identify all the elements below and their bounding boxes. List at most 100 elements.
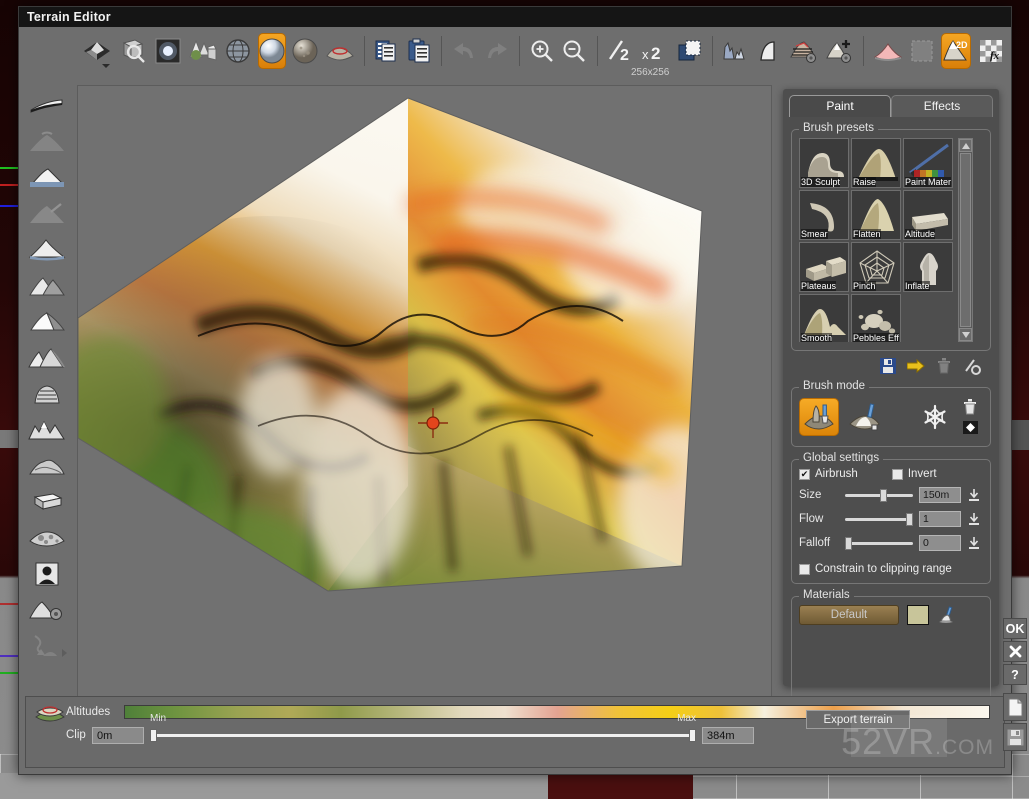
undo-button[interactable] xyxy=(451,33,478,69)
double-resolution-button[interactable]: x 2 xyxy=(640,33,670,69)
terrain-3d-viewport[interactable] xyxy=(77,85,772,707)
rail-heightmap-image[interactable] xyxy=(25,559,69,589)
close-button[interactable] xyxy=(1003,641,1027,662)
terrain-settings-button[interactable] xyxy=(788,33,818,69)
zoom-box-tool[interactable] xyxy=(118,33,148,69)
sculpt-mode-button[interactable] xyxy=(799,398,839,436)
tab-effects[interactable]: Effects xyxy=(891,95,993,117)
preset-flatten[interactable]: Flatten xyxy=(851,190,901,240)
svg-text:2: 2 xyxy=(620,47,629,64)
rail-ridge[interactable] xyxy=(25,307,69,337)
falloff-store-button[interactable] xyxy=(965,534,983,552)
preset-smooth[interactable]: Smooth xyxy=(799,294,849,342)
preset-raise[interactable]: Raise xyxy=(851,138,901,188)
brush-presets-scrollbar[interactable] xyxy=(958,138,973,342)
scrollbar-thumb[interactable] xyxy=(960,153,971,327)
vegetation-tool[interactable] xyxy=(188,33,218,69)
terrain-shape-button[interactable] xyxy=(873,33,903,69)
rail-plateau-block[interactable] xyxy=(25,487,69,517)
size-value[interactable]: 150m xyxy=(919,486,961,503)
fill-mask-button[interactable] xyxy=(961,419,979,437)
ok-button[interactable]: OK xyxy=(1003,618,1027,639)
scroll-down-icon[interactable] xyxy=(959,328,972,341)
rail-jagged-range[interactable] xyxy=(25,415,69,445)
light-tool[interactable] xyxy=(154,33,182,69)
preset-inflate[interactable]: Inflate xyxy=(903,242,953,292)
clip-range-slider[interactable]: Min Max xyxy=(150,713,696,743)
sphere-tool[interactable] xyxy=(258,33,286,69)
rail-eroded-hills[interactable] xyxy=(25,451,69,481)
rough-sphere-tool[interactable] xyxy=(292,33,319,69)
altitudes-bar: Altitudes Clip 0m Min Max 384m Export te… xyxy=(25,696,1005,768)
rail-water-level[interactable] xyxy=(25,163,69,193)
terrain-select-tool[interactable] xyxy=(325,33,355,69)
size-store-button[interactable] xyxy=(965,486,983,504)
size-setting-row: Size 150m xyxy=(799,484,983,505)
select-all-button[interactable] xyxy=(909,33,936,69)
preset-label: Altitude xyxy=(905,229,936,239)
scroll-up-icon[interactable] xyxy=(959,139,972,152)
save-preset-button[interactable] xyxy=(879,357,897,375)
preset-pinch[interactable]: Pinch xyxy=(851,242,901,292)
flow-slider[interactable] xyxy=(845,512,913,526)
rail-rocky-peaks[interactable] xyxy=(25,343,69,373)
canvas-size-button[interactable] xyxy=(676,33,703,69)
rail-mountain-gear[interactable] xyxy=(25,595,69,625)
preset-smear[interactable]: Smear xyxy=(799,190,849,240)
terrain-tool[interactable] xyxy=(82,33,112,69)
delete-preset-button[interactable] xyxy=(935,357,953,375)
clear-mask-button[interactable] xyxy=(961,398,979,416)
histogram-button[interactable] xyxy=(722,33,750,69)
new-file-button[interactable] xyxy=(1003,693,1027,721)
terrain-editor-dialog: Terrain Editor 2 x 2 2D fx 256x256 Paint… xyxy=(18,6,1012,775)
rail-crater-field[interactable] xyxy=(25,523,69,553)
copy-button[interactable] xyxy=(373,33,400,69)
airbrush-option[interactable]: ✔ Airbrush xyxy=(799,468,858,480)
paste-button[interactable] xyxy=(406,33,433,69)
rail-erosion-flow[interactable] xyxy=(25,631,69,661)
save-file-button[interactable] xyxy=(1003,723,1027,751)
material-brush-button[interactable] xyxy=(937,606,955,624)
zoom-in-button[interactable] xyxy=(529,33,556,69)
airbrush-checkbox[interactable]: ✔ xyxy=(799,468,810,480)
preset-settings-button[interactable] xyxy=(963,357,981,375)
invert-option[interactable]: Invert xyxy=(891,468,937,480)
halve-resolution-button[interactable]: 2 xyxy=(606,33,634,69)
freeze-mode-button[interactable] xyxy=(915,398,955,436)
falloff-value[interactable]: 0 xyxy=(919,534,961,551)
global-settings-title: Global settings xyxy=(799,452,884,464)
help-button[interactable]: ? xyxy=(1003,664,1027,685)
redo-button[interactable] xyxy=(483,33,510,69)
max-value-field[interactable]: 384m xyxy=(702,726,754,744)
preset-3d-sculpt[interactable]: 3D Sculpt xyxy=(799,138,849,188)
rail-twin-mountain[interactable] xyxy=(25,271,69,301)
rail-paint-peak[interactable] xyxy=(25,199,69,229)
flow-value[interactable]: 1 xyxy=(919,510,961,527)
preset-paint-material[interactable]: Paint Mater xyxy=(903,138,953,188)
tab-paint[interactable]: Paint xyxy=(789,95,891,117)
effects-fx-button[interactable]: fx xyxy=(977,33,1004,69)
preset-pebbles-eff[interactable]: Pebbles Eff xyxy=(851,294,901,342)
rail-terraces[interactable] xyxy=(25,379,69,409)
constrain-option[interactable]: Constrain to clipping range xyxy=(799,563,983,575)
invert-checkbox[interactable] xyxy=(891,468,903,480)
falloff-slider[interactable] xyxy=(845,536,913,550)
size-slider[interactable] xyxy=(845,488,913,502)
constrain-checkbox[interactable] xyxy=(799,563,810,575)
preset-altitude[interactable]: Altitude xyxy=(903,190,953,240)
add-terrain-button[interactable] xyxy=(824,33,854,69)
flow-store-button[interactable] xyxy=(965,510,983,528)
zoom-out-button[interactable] xyxy=(561,33,588,69)
material-default-button[interactable]: Default xyxy=(799,605,899,625)
rail-smooth-peak[interactable] xyxy=(25,127,69,157)
paint-mode-button[interactable] xyxy=(845,398,885,436)
rail-sharp-peak[interactable] xyxy=(25,235,69,265)
apply-preset-button[interactable] xyxy=(907,357,925,375)
preset-plateaus[interactable]: Plateaus xyxy=(799,242,849,292)
curve-button[interactable] xyxy=(756,33,783,69)
material-color-swatch[interactable] xyxy=(907,605,929,625)
rail-flat-terrain[interactable] xyxy=(25,91,69,121)
view-2d-button[interactable]: 2D xyxy=(941,33,972,69)
globe-tool[interactable] xyxy=(224,33,252,69)
clip-value-field[interactable]: 0m xyxy=(92,726,144,744)
